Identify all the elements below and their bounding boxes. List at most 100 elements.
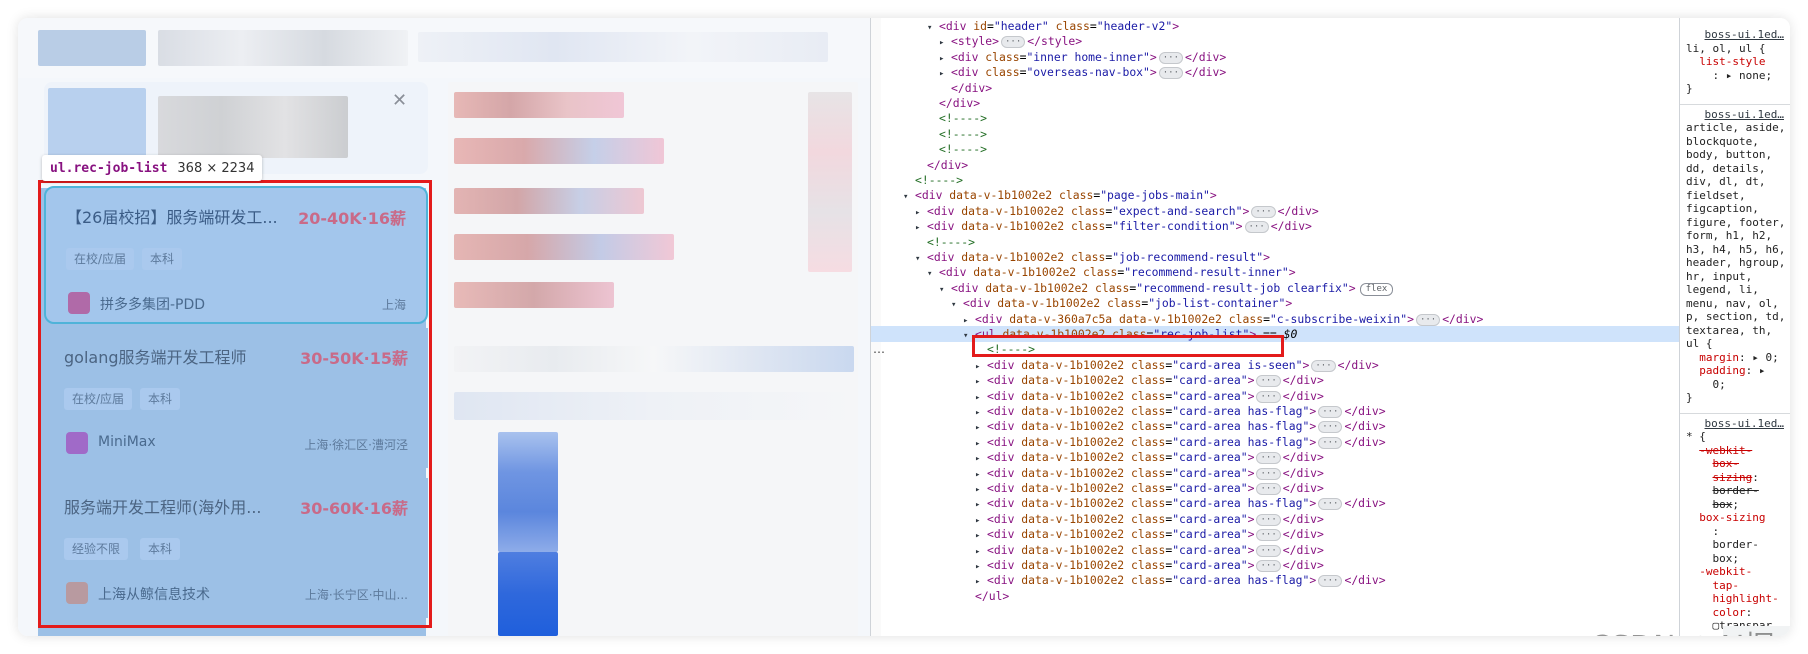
- style-declaration: figcaption,: [1686, 202, 1759, 215]
- style-source-link[interactable]: boss-ui.1ed…: [1686, 108, 1790, 122]
- dom-node[interactable]: ▸ <div data-v-1b1002e2 class="card-area">…: [871, 526, 1679, 542]
- dom-node[interactable]: ▸ <div data-v-1b1002e2 class="card-area">…: [871, 372, 1679, 388]
- style-declaration: -webkit-: [1699, 443, 1753, 457]
- dom-node[interactable]: ▸ <div data-v-1b1002e2 class="card-area">…: [871, 542, 1679, 558]
- dom-node-text: </div>: [951, 80, 993, 95]
- close-icon[interactable]: ✕: [392, 90, 407, 111]
- dom-node[interactable]: </div>: [871, 157, 1679, 173]
- style-declaration: sizing:: [1712, 470, 1759, 484]
- devtools-panel: ▾ <div id="header" class="header-v2"> ▸ <st…: [870, 18, 1790, 636]
- style-declaration: form, h1, h2,: [1686, 229, 1773, 242]
- dom-node[interactable]: ▾ <div id="header" class="header-v2">: [871, 18, 1679, 34]
- style-declaration: border-: [1712, 484, 1759, 497]
- dom-node[interactable]: ▾ <div data-v-1b1002e2 class="recommend-r…: [871, 264, 1679, 280]
- blur-block-2: [498, 552, 558, 636]
- dom-node[interactable]: ▸ <div data-v-1b1002e2 class="card-area">…: [871, 511, 1679, 527]
- tooltip-selector: ul.rec-job-list: [50, 160, 168, 176]
- screenshot-frame: ✕ 【26届校招】服务端研发工... 20-40K·16薪 在校/应届 本科 拼…: [18, 18, 1790, 636]
- dom-node[interactable]: ▸ <div data-v-1b1002e2 class="card-area h…: [871, 403, 1679, 419]
- dom-node[interactable]: ▸ <div data-v-1b1002e2 class="card-area h…: [871, 434, 1679, 450]
- style-declaration: padding: ▸: [1699, 364, 1766, 377]
- dom-node[interactable]: ▸ <div data-v-1b1002e2 class="card-area">…: [871, 557, 1679, 573]
- dom-node[interactable]: ▸ <div data-v-1b1002e2 class="card-area i…: [871, 357, 1679, 373]
- job-detail-blurred: [448, 82, 858, 636]
- style-rule[interactable]: boss-ui.1ed… li, ol, ul { list-style : ▸ …: [1686, 28, 1790, 96]
- style-declaration: : ▸ none;: [1686, 68, 1773, 82]
- dom-node-text: <!---->: [939, 126, 988, 141]
- dom-node-text: <!---->: [927, 234, 976, 249]
- style-declaration: p, section, td,: [1686, 310, 1786, 323]
- red-annotation-box: [38, 180, 432, 628]
- style-declaration: highlight-: [1712, 592, 1779, 605]
- dom-node-text: <!---->: [939, 142, 988, 157]
- red-annotation-box: [972, 335, 1284, 357]
- blur-row-7: [454, 392, 854, 420]
- style-declaration: margin: ▸ 0;: [1699, 350, 1779, 364]
- blur-side: [808, 92, 852, 272]
- style-source-link[interactable]: boss-ui.1ed…: [1686, 417, 1790, 431]
- style-declaration: box;: [1686, 551, 1739, 565]
- blur-row-5: [454, 282, 614, 308]
- style-declaration: article, aside,: [1686, 121, 1786, 134]
- dom-node[interactable]: ▾ <div data-v-1b1002e2 class="recommend-r…: [871, 280, 1679, 296]
- dom-node[interactable]: ▸ <div data-v-360a7c5a data-v-1b1002e2 cl…: [871, 311, 1679, 327]
- style-rule[interactable]: boss-ui.1ed… * { -webkit- box- sizing: bo…: [1686, 417, 1790, 633]
- blur-row-4: [454, 234, 674, 260]
- dom-node[interactable]: ▸ <div data-v-1b1002e2 class="card-area h…: [871, 572, 1679, 588]
- style-declaration: color:: [1712, 605, 1753, 619]
- dom-node[interactable]: ▸ <div class="overseas-nav-box"> ··· </div>: [871, 64, 1679, 80]
- style-declaration: border-: [1686, 538, 1759, 551]
- dom-node[interactable]: ▸ <div data-v-1b1002e2 class="filter-cond…: [871, 218, 1679, 234]
- dom-node-text: </div>: [939, 96, 981, 110]
- dom-node[interactable]: ▾ <div data-v-1b1002e2 class="job-recomme…: [871, 249, 1679, 265]
- style-declaration: h3, h4, h5, h6,: [1686, 242, 1786, 256]
- dom-node[interactable]: </div>: [871, 80, 1679, 96]
- blur-row-1: [454, 92, 624, 118]
- style-declaration: 0;: [1686, 377, 1726, 391]
- blur-block-1: [498, 432, 558, 552]
- dom-node[interactable]: ▸ <div data-v-1b1002e2 class="expect-and-…: [871, 203, 1679, 219]
- style-declaration: box-sizing: [1699, 511, 1766, 524]
- style-declaration: fieldset,: [1686, 188, 1746, 202]
- dom-node[interactable]: ▸ <div data-v-1b1002e2 class="card-area">…: [871, 388, 1679, 404]
- dom-node[interactable]: ▾ <div data-v-1b1002e2 class="job-list-co…: [871, 295, 1679, 311]
- style-declaration: -webkit-: [1699, 565, 1753, 578]
- style-declaration: li, ol, ul {: [1686, 41, 1766, 55]
- style-rule-separator: [1680, 412, 1790, 414]
- dom-node[interactable]: ▸ <div data-v-1b1002e2 class="card-area h…: [871, 495, 1679, 511]
- dom-node[interactable]: ▸ <div data-v-1b1002e2 class="card-area">…: [871, 449, 1679, 465]
- promo-text-blurred: [158, 96, 348, 158]
- dom-node[interactable]: ▸ <style> ··· </style>: [871, 33, 1679, 49]
- tooltip-dimensions: 368 × 2234: [177, 160, 255, 176]
- dom-node[interactable]: </ul>: [871, 588, 1679, 604]
- dom-node[interactable]: ▸ <div data-v-1b1002e2 class="card-area">…: [871, 480, 1679, 496]
- style-declaration: body, button,: [1686, 148, 1773, 161]
- style-declaration: }: [1686, 82, 1693, 95]
- style-declaration: div, dl, dt,: [1686, 175, 1766, 188]
- dom-node[interactable]: ▸ <div data-v-1b1002e2 class="card-area">…: [871, 465, 1679, 481]
- style-declaration: }: [1686, 391, 1693, 404]
- style-source-link[interactable]: boss-ui.1ed…: [1686, 28, 1790, 42]
- style-declaration: tap-: [1712, 578, 1740, 592]
- dom-node[interactable]: <!---->: [871, 141, 1679, 157]
- dom-node-text: </ul>: [975, 588, 1010, 603]
- style-rule[interactable]: boss-ui.1ed… article, aside, blockquote, bo…: [1686, 108, 1790, 405]
- dom-node[interactable]: ▾ <div data-v-1b1002e2 class="page-jobs-m…: [871, 187, 1679, 203]
- style-declaration: dd, details,: [1686, 161, 1766, 175]
- style-declaration: menu, nav, ol,: [1686, 296, 1779, 310]
- dom-node[interactable]: <!---->: [871, 110, 1679, 126]
- dom-node[interactable]: <!---->: [871, 234, 1679, 250]
- dom-node[interactable]: ▸ <div class="inner home-inner"> ··· </div>: [871, 49, 1679, 65]
- blur-row-2: [454, 138, 664, 164]
- dom-node-text: <!---->: [915, 173, 964, 187]
- dom-node[interactable]: ▸ <div data-v-1b1002e2 class="card-area h…: [871, 418, 1679, 434]
- dom-node[interactable]: </div>: [871, 95, 1679, 111]
- style-declaration: header, hgroup,: [1686, 256, 1786, 269]
- page-header-blurred: [18, 18, 870, 78]
- style-declaration: textarea, th,: [1686, 323, 1773, 337]
- style-declaration: box-: [1712, 457, 1740, 470]
- more-options-icon[interactable]: …: [873, 342, 885, 356]
- dom-node[interactable]: <!---->: [871, 172, 1679, 188]
- watermark: CSDN @AI掘金: [1590, 622, 1790, 636]
- dom-node[interactable]: <!---->: [871, 126, 1679, 142]
